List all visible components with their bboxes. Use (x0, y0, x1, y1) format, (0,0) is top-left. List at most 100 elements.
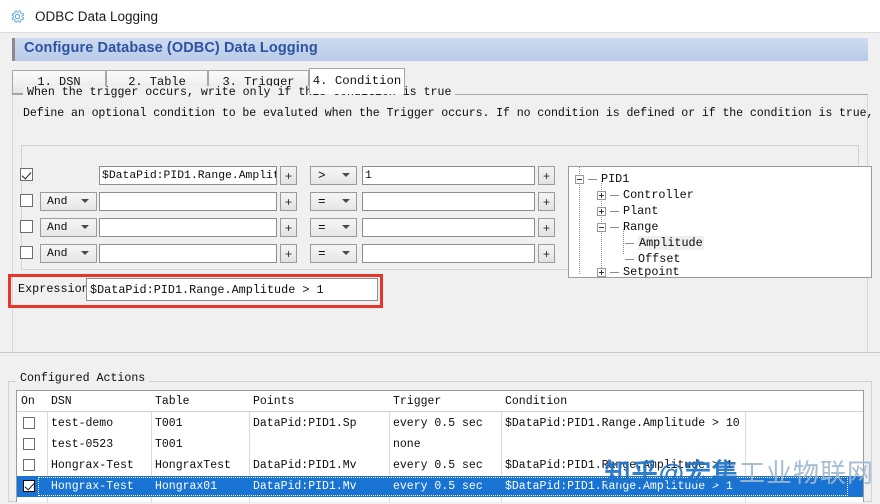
grid-header-dsn[interactable]: DSN (47, 391, 151, 412)
grid-header-table[interactable]: Table (151, 391, 249, 412)
condition-row-1-value-browse-button[interactable]: + (538, 166, 555, 185)
row-1-trigger: every 0.5 sec (393, 417, 483, 430)
condition-row-2-tag-input[interactable] (99, 192, 277, 211)
tree-expander-plus-icon[interactable] (597, 206, 606, 216)
row-1-table: T001 (155, 417, 183, 430)
table-row[interactable]: test-0523 T001 none (17, 434, 863, 455)
odbc-data-logging-window: ODBC Data Logging Configure Database (OD… (0, 0, 880, 504)
tree-node-range-label: Range (623, 220, 659, 234)
condition-row-3-operator-value: = (318, 220, 326, 235)
grid-header-trigger[interactable]: Trigger (389, 391, 501, 412)
condition-row-3-value-input[interactable] (362, 218, 535, 237)
chevron-down-icon (81, 225, 89, 229)
condition-row-3-logic-select[interactable]: And (40, 218, 97, 237)
tree-node-controller[interactable]: Controller (597, 187, 694, 203)
grid-header-points[interactable]: Points (249, 391, 389, 412)
row-1-on-checkbox[interactable] (23, 417, 35, 429)
condition-row-2-value-browse-button[interactable]: + (538, 192, 555, 211)
row-4-on-checkbox[interactable] (23, 480, 35, 492)
tree-node-setpoint[interactable]: Setpoint (597, 264, 680, 277)
row-3-points: DataPid:PID1.Mv (253, 459, 357, 472)
tree-connector-icon (625, 258, 634, 260)
grid-header-condition[interactable]: Condition (501, 391, 745, 412)
tree-expander-plus-icon[interactable] (597, 267, 606, 277)
row-2-condition (501, 434, 801, 455)
condition-row-1-tag-input[interactable]: $DataPid:PID1.Range.Amplitude (99, 166, 277, 185)
row-3-dsn: Hongrax-Test (51, 459, 134, 472)
tab-condition[interactable]: 4. Condition (309, 68, 405, 94)
tree-node-amplitude[interactable]: Amplitude (619, 235, 704, 251)
tree-node-mv[interactable]: Mv (621, 277, 635, 278)
condition-row-4-value-input[interactable] (362, 244, 535, 263)
condition-row-2-operator-value: = (318, 194, 326, 209)
row-2-table: T001 (155, 438, 183, 451)
row-4-table: Hongrax01 (155, 480, 218, 493)
tree-node-pid1[interactable]: PID1 (575, 171, 629, 187)
tree-expander-minus-icon[interactable] (575, 174, 584, 184)
chevron-down-icon (342, 225, 350, 229)
grid-header-row: On DSN Table Points Trigger Condition (17, 391, 863, 412)
condition-row-3-enable-checkbox[interactable] (20, 220, 33, 233)
row-4-trigger: every 0.5 sec (393, 480, 483, 493)
tree-node-controller-label: Controller (623, 188, 694, 202)
condition-row-4-operator-select[interactable]: = (310, 244, 357, 263)
row-4-points: DataPid:PID1.Mv (253, 480, 357, 493)
condition-row-2-operator-select[interactable]: = (310, 192, 357, 211)
condition-row-1-operator-select[interactable]: > (310, 166, 357, 185)
condition-row-4-tag-input[interactable] (99, 244, 277, 263)
condition-row-3-operator-select[interactable]: = (310, 218, 357, 237)
chevron-down-icon (342, 199, 350, 203)
chevron-down-icon (81, 199, 89, 203)
expression-input[interactable]: $DataPid:PID1.Range.Amplitude > 1 (86, 278, 378, 301)
chevron-down-icon (81, 251, 89, 255)
condition-row-4-enable-checkbox[interactable] (20, 246, 33, 259)
section-divider (0, 352, 880, 353)
tag-browser-tree[interactable]: PID1 Controller Plant Range Amplitude Of… (568, 166, 872, 278)
condition-row-4-logic-select[interactable]: And (40, 244, 97, 263)
row-4-condition: $DataPid:PID1.Range.Amplitude > 1 (505, 480, 733, 493)
chevron-down-icon (342, 173, 350, 177)
condition-row-4-value-browse-button[interactable]: + (538, 244, 555, 263)
tree-connector-icon (610, 226, 619, 228)
section-divider-shadow (0, 355, 880, 356)
tab-condition-label: 4. Condition (312, 74, 402, 88)
condition-row-2-value-input[interactable] (362, 192, 535, 211)
row-1-dsn: test-demo (51, 417, 114, 430)
row-3-trigger: every 0.5 sec (393, 459, 483, 472)
row-3-condition: $DataPid:PID1.Range.Amplitude > 1 (505, 459, 733, 472)
condition-row-4-logic-value: And (47, 247, 68, 260)
condition-row-1-tag-browse-button[interactable]: + (280, 166, 297, 185)
condition-row-4-tag-browse-button[interactable]: + (280, 244, 297, 263)
expression-label: Expression (18, 282, 89, 296)
configured-actions-grid[interactable]: On DSN Table Points Trigger Condition te… (16, 390, 864, 502)
table-row-selected[interactable]: Hongrax-Test Hongrax01 DataPid:PID1.Mv e… (17, 476, 863, 497)
condition-row-1-operator-value: > (318, 168, 326, 183)
row-2-trigger: none (393, 438, 421, 451)
table-row[interactable]: test-demo T001 DataPid:PID1.Sp every 0.5… (17, 413, 863, 434)
tree-expander-plus-icon[interactable] (597, 190, 606, 200)
tree-node-mv-label: Mv (621, 277, 635, 278)
row-2-on-checkbox[interactable] (23, 438, 35, 450)
tree-connector-icon (588, 178, 597, 180)
tree-connector-icon (610, 271, 619, 273)
condition-row-3-tag-browse-button[interactable]: + (280, 218, 297, 237)
row-3-table: HongraxTest (155, 459, 231, 472)
tree-connector-icon (610, 210, 619, 212)
row-4-dsn: Hongrax-Test (51, 480, 134, 493)
condition-row-2-logic-select[interactable]: And (40, 192, 97, 211)
condition-row-2-tag-browse-button[interactable]: + (280, 192, 297, 211)
tree-node-range[interactable]: Range (597, 219, 658, 235)
tree-expander-minus-icon[interactable] (597, 222, 606, 232)
tree-node-plant-label: Plant (623, 204, 659, 218)
window-titlebar: ODBC Data Logging (0, 0, 880, 33)
condition-row-3-tag-input[interactable] (99, 218, 277, 237)
page-title: Configure Database (ODBC) Data Logging (24, 40, 318, 56)
grid-header-on[interactable]: On (17, 391, 47, 412)
condition-row-3-value-browse-button[interactable]: + (538, 218, 555, 237)
condition-row-1-value-input[interactable]: 1 (362, 166, 535, 185)
condition-row-1-enable-checkbox[interactable] (20, 168, 33, 181)
tree-node-plant[interactable]: Plant (597, 203, 658, 219)
condition-row-2-enable-checkbox[interactable] (20, 194, 33, 207)
table-row[interactable]: Hongrax-Test HongraxTest DataPid:PID1.Mv… (17, 455, 863, 476)
row-3-on-checkbox[interactable] (23, 459, 35, 471)
